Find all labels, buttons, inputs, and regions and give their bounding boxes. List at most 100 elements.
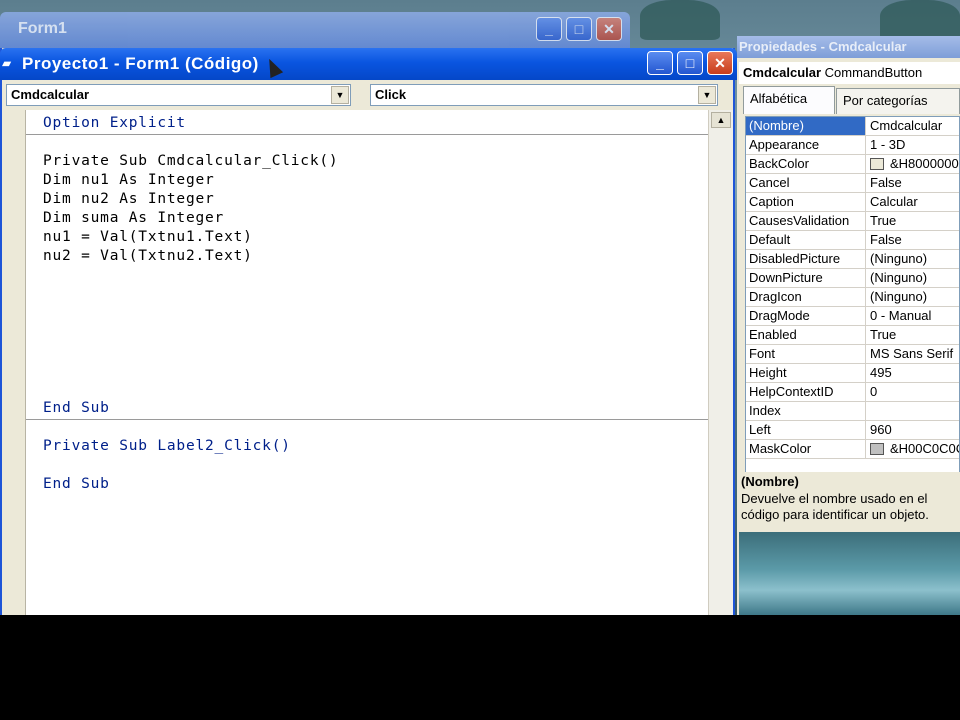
property-row[interactable]: BackColor&H8000000F& <box>746 155 959 174</box>
property-row[interactable]: DownPicture (Ninguno) <box>746 269 959 288</box>
property-row[interactable]: HelpContextID 0 <box>746 383 959 402</box>
property-row[interactable]: Font MS Sans Serif <box>746 345 959 364</box>
color-swatch-icon <box>870 443 884 455</box>
property-row[interactable]: Height 495 <box>746 364 959 383</box>
property-value[interactable]: &H00C0C0C0& <box>867 440 959 458</box>
property-value[interactable]: (Ninguno) <box>867 250 959 268</box>
property-value[interactable]: 1 - 3D <box>867 136 959 154</box>
property-name[interactable]: BackColor <box>746 155 866 173</box>
property-value[interactable] <box>867 402 959 420</box>
property-value[interactable]: 0 - Manual <box>867 307 959 325</box>
chevron-down-icon[interactable]: ▼ <box>698 86 716 104</box>
code-line[interactable]: Dim nu2 As Integer <box>43 191 215 207</box>
property-name[interactable]: HelpContextID <box>746 383 866 401</box>
code-window-titlebar[interactable]: ▰ Proyecto1 - Form1 (Código) _ □ ✕ <box>0 48 737 80</box>
object-combo[interactable]: Cmdcalcular ▼ <box>6 84 351 106</box>
property-row[interactable]: DragMode 0 - Manual <box>746 307 959 326</box>
chevron-down-icon[interactable]: ▼ <box>331 86 349 104</box>
property-value[interactable]: 960 <box>867 421 959 439</box>
property-row[interactable]: CausesValidation True <box>746 212 959 231</box>
property-name[interactable]: Index <box>746 402 866 420</box>
code-line[interactable]: Dim nu1 As Integer <box>43 172 215 188</box>
code-line[interactable]: End Sub <box>43 476 110 492</box>
property-row[interactable]: DisabledPicture (Ninguno) <box>746 250 959 269</box>
form1-window-titlebar[interactable]: Form1 _ □ ✕ <box>0 12 630 52</box>
code-line[interactable]: nu2 = Val(Txtnu2.Text) <box>43 248 253 264</box>
description-text: código para identificar un objeto. <box>741 507 929 522</box>
property-row[interactable]: Enabled True <box>746 326 959 345</box>
code-text-area[interactable]: Option Explicit Private Sub Cmdcalcular_… <box>26 110 708 615</box>
procedure-combo[interactable]: Click ▼ <box>370 84 718 106</box>
property-value-text: 1 - 3D <box>870 137 906 152</box>
property-value-text: (Ninguno) <box>870 251 928 266</box>
property-value[interactable]: False <box>867 174 959 192</box>
properties-titlebar[interactable]: Propiedades - Cmdcalcular <box>737 36 960 58</box>
code-line[interactable]: Option Explicit <box>43 115 186 131</box>
property-value[interactable]: False <box>867 231 959 249</box>
code-minimize-button[interactable]: _ <box>647 51 673 75</box>
code-line[interactable]: Private Sub Label2_Click() <box>43 438 291 454</box>
property-name[interactable]: DisabledPicture <box>746 250 866 268</box>
property-row[interactable]: Caption Calcular <box>746 193 959 212</box>
code-line[interactable]: nu1 = Val(Txtnu1.Text) <box>43 229 253 245</box>
tab-alfabetica[interactable]: Alfabética <box>743 86 835 114</box>
property-name[interactable]: MaskColor <box>746 440 866 458</box>
property-name[interactable]: Appearance <box>746 136 866 154</box>
property-name[interactable]: Left <box>746 421 866 439</box>
property-name[interactable]: Default <box>746 231 866 249</box>
code-combo-bar: Cmdcalcular ▼ Click ▼ <box>2 80 733 110</box>
property-value-text: 0 - Manual <box>870 308 932 323</box>
property-row[interactable]: Default False <box>746 231 959 250</box>
property-row[interactable]: Appearance 1 - 3D <box>746 136 959 155</box>
code-window: ▰ Proyecto1 - Form1 (Código) _ □ ✕ Cmdca… <box>0 48 737 615</box>
code-editor[interactable]: Option Explicit Private Sub Cmdcalcular_… <box>2 110 733 615</box>
code-line[interactable]: Dim suma As Integer <box>43 210 224 226</box>
property-value[interactable]: 0 <box>867 383 959 401</box>
code-line[interactable]: Private Sub Cmdcalcular_Click() <box>43 153 338 169</box>
property-name[interactable]: DragMode <box>746 307 866 325</box>
property-name[interactable]: Caption <box>746 193 866 211</box>
form1-maximize-button[interactable]: □ <box>566 17 592 41</box>
code-close-button[interactable]: ✕ <box>707 51 733 75</box>
property-value[interactable]: 495 <box>867 364 959 382</box>
property-row[interactable]: DragIcon (Ninguno) <box>746 288 959 307</box>
property-value-text: False <box>870 175 902 190</box>
property-row[interactable]: MaskColor&H00C0C0C0& <box>746 440 959 459</box>
property-value-text: Cmdcalcular <box>870 118 943 133</box>
property-row[interactable]: (Nombre) Cmdcalcular <box>746 117 959 136</box>
form1-minimize-button[interactable]: _ <box>536 17 562 41</box>
property-value-text: (Ninguno) <box>870 270 928 285</box>
property-name[interactable]: Cancel <box>746 174 866 192</box>
color-swatch-icon <box>870 158 884 170</box>
property-value[interactable]: Cmdcalcular <box>867 117 959 135</box>
vertical-scrollbar[interactable]: ▲ <box>708 110 733 615</box>
property-value-text: 495 <box>870 365 892 380</box>
margin-indicator-bar[interactable] <box>2 110 26 615</box>
property-name[interactable]: Height <box>746 364 866 382</box>
property-name[interactable]: DownPicture <box>746 269 866 287</box>
property-value[interactable]: True <box>867 326 959 344</box>
property-value[interactable]: (Ninguno) <box>867 288 959 306</box>
property-grid[interactable]: (Nombre) Cmdcalcular Appearance 1 - 3D BackC… <box>745 116 960 496</box>
property-name[interactable]: CausesValidation <box>746 212 866 230</box>
tab-por-categorias[interactable]: Por categorías <box>836 88 960 114</box>
property-row[interactable]: Index <box>746 402 959 421</box>
property-name[interactable]: Enabled <box>746 326 866 344</box>
form1-close-button[interactable]: ✕ <box>596 17 622 41</box>
property-name[interactable]: (Nombre) <box>746 117 866 135</box>
property-value-text: &H8000000F& <box>890 156 959 171</box>
property-row[interactable]: Cancel False <box>746 174 959 193</box>
property-name[interactable]: Font <box>746 345 866 363</box>
property-name[interactable]: DragIcon <box>746 288 866 306</box>
property-value-text: 0 <box>870 384 878 399</box>
scroll-up-icon[interactable]: ▲ <box>711 112 731 128</box>
property-value[interactable]: MS Sans Serif <box>867 345 959 363</box>
object-selector[interactable]: Cmdcalcular CommandButton <box>739 62 960 84</box>
code-line[interactable]: End Sub <box>43 400 110 416</box>
property-row[interactable]: Left 960 <box>746 421 959 440</box>
property-value[interactable]: &H8000000F& <box>867 155 959 173</box>
property-value[interactable]: Calcular <box>867 193 959 211</box>
property-value[interactable]: (Ninguno) <box>867 269 959 287</box>
property-value[interactable]: True <box>867 212 959 230</box>
code-maximize-button[interactable]: □ <box>677 51 703 75</box>
